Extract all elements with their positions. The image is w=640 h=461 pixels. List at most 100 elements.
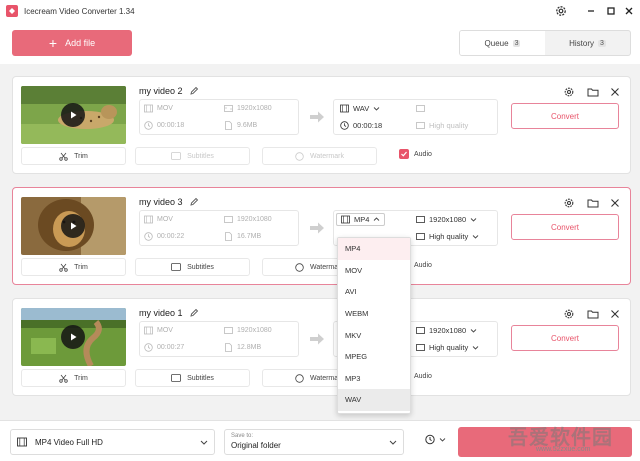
close-button[interactable]	[622, 4, 636, 18]
trim-button[interactable]: Trim	[21, 258, 126, 276]
site-watermark-url: www.52zxue.com	[536, 446, 591, 453]
subtitles-button[interactable]: Subtitles	[135, 369, 250, 387]
video-name: my video 2	[139, 86, 199, 96]
history-count-badge: 3	[597, 39, 606, 47]
format-option-mkv[interactable]: MKV	[338, 324, 410, 346]
tab-queue[interactable]: Queue 3	[460, 31, 545, 55]
preset-select[interactable]: MP4 Video Full HD	[10, 429, 215, 455]
tab-queue-label: Queue	[484, 38, 509, 48]
play-icon[interactable]	[61, 103, 85, 127]
window-title: Icecream Video Converter 1.34	[24, 6, 135, 16]
close-icon[interactable]	[609, 197, 621, 209]
chevron-down-icon	[470, 329, 477, 333]
source-duration: 00:00:18	[144, 121, 184, 130]
arrow-right-icon	[310, 111, 324, 123]
add-file-button[interactable]: + Add file	[12, 30, 132, 56]
clock-icon	[144, 343, 153, 352]
watermark-icon	[295, 262, 304, 272]
source-info: MOV 1920x1080 00:00:22 16.7MB	[139, 210, 299, 246]
view-tabs: Queue 3 History 3	[459, 30, 631, 56]
output-quality-select[interactable]: High quality	[416, 232, 479, 241]
source-resolution: 1920x1080	[224, 215, 272, 224]
preset-value: MP4 Video Full HD	[35, 437, 103, 447]
scissors-icon	[59, 152, 68, 161]
clock-icon	[144, 121, 153, 130]
trim-button[interactable]: Trim	[21, 369, 126, 387]
audio-checkbox[interactable]: Audio	[399, 149, 432, 159]
edit-pencil-icon[interactable]	[189, 197, 199, 207]
output-format-select-open[interactable]: MP4	[336, 213, 386, 226]
output-quality-select: High quality	[416, 121, 468, 130]
resolution-icon	[416, 105, 425, 112]
source-format: MOV	[144, 215, 173, 224]
settings-gear-icon[interactable]	[554, 4, 568, 18]
subtitles-icon	[171, 152, 181, 160]
minimize-button[interactable]	[584, 4, 598, 18]
maximize-button[interactable]	[604, 4, 618, 18]
video-card-selected: my video 3 MOV 1920x1080 00:00:22 16.7MB…	[12, 187, 631, 285]
video-name-text: my video 2	[139, 86, 183, 96]
source-duration: 00:00:27	[144, 343, 184, 352]
film-icon	[17, 437, 27, 447]
chevron-down-icon	[470, 218, 477, 222]
source-size: 12.8MB	[224, 343, 261, 352]
save-to-select[interactable]: Save to: Original folder	[224, 429, 404, 455]
close-icon[interactable]	[609, 308, 621, 320]
settings-gear-icon[interactable]	[563, 197, 575, 209]
output-resolution-select	[416, 104, 429, 113]
output-quality-select[interactable]: High quality	[416, 343, 479, 352]
convert-button[interactable]: Convert	[511, 325, 619, 351]
play-icon[interactable]	[61, 325, 85, 349]
film-icon	[144, 104, 153, 113]
output-format-select[interactable]: WAV	[340, 104, 380, 113]
video-name: my video 3	[139, 197, 199, 207]
title-bar: Icecream Video Converter 1.34	[0, 0, 640, 22]
format-dropdown-menu: MP4 MOV AVI WEBM MKV MPEG MP3 WAV	[337, 237, 411, 414]
arrow-right-icon	[310, 333, 324, 345]
folder-icon[interactable]	[587, 308, 599, 320]
edit-pencil-icon[interactable]	[189, 86, 199, 96]
source-resolution: 1920x1080	[224, 104, 272, 113]
watermark-button[interactable]: Watermark	[262, 147, 377, 165]
format-option-mov[interactable]: MOV	[338, 260, 410, 282]
video-thumbnail[interactable]	[21, 197, 126, 255]
subtitles-button[interactable]: Subtitles	[135, 258, 250, 276]
edit-pencil-icon[interactable]	[189, 308, 199, 318]
folder-icon[interactable]	[587, 197, 599, 209]
resolution-icon	[224, 327, 233, 334]
format-option-mp3[interactable]: MP3	[338, 368, 410, 390]
output-resolution-select[interactable]: 1920x1080	[416, 215, 477, 224]
close-icon[interactable]	[609, 86, 621, 98]
settings-gear-icon[interactable]	[563, 308, 575, 320]
settings-gear-icon[interactable]	[563, 86, 575, 98]
output-settings: WAV 00:00:18 High quality	[333, 99, 498, 135]
resolution-icon	[416, 327, 425, 334]
source-size: 16.7MB	[224, 232, 261, 241]
chevron-down-icon	[389, 440, 397, 445]
format-option-webm[interactable]: WEBM	[338, 303, 410, 325]
tab-history[interactable]: History 3	[545, 31, 630, 55]
resolution-icon	[416, 216, 425, 223]
video-name-text: my video 1	[139, 308, 183, 318]
tab-history-label: History	[569, 38, 594, 48]
subtitles-icon	[171, 263, 181, 271]
save-to-value: Original folder	[231, 441, 281, 450]
convert-button[interactable]: Convert	[511, 103, 619, 129]
output-resolution-select[interactable]: 1920x1080	[416, 326, 477, 335]
chevron-down-icon	[439, 437, 446, 442]
video-thumbnail[interactable]	[21, 86, 126, 144]
subtitles-button[interactable]: Subtitles	[135, 147, 250, 165]
format-option-mpeg[interactable]: MPEG	[338, 346, 410, 368]
format-option-avi[interactable]: AVI	[338, 281, 410, 303]
play-icon[interactable]	[61, 214, 85, 238]
file-icon	[225, 232, 232, 241]
format-option-wav[interactable]: WAV	[338, 389, 410, 411]
folder-icon[interactable]	[587, 86, 599, 98]
resolution-icon	[224, 216, 233, 223]
video-thumbnail[interactable]	[21, 308, 126, 366]
format-option-mp4[interactable]: MP4	[338, 238, 410, 260]
video-card: my video 1 MOV 1920x1080 00:00:27 12.8MB…	[12, 298, 631, 396]
trim-button[interactable]: Trim	[21, 147, 126, 165]
convert-button[interactable]: Convert	[511, 214, 619, 240]
schedule-button[interactable]	[424, 433, 446, 445]
